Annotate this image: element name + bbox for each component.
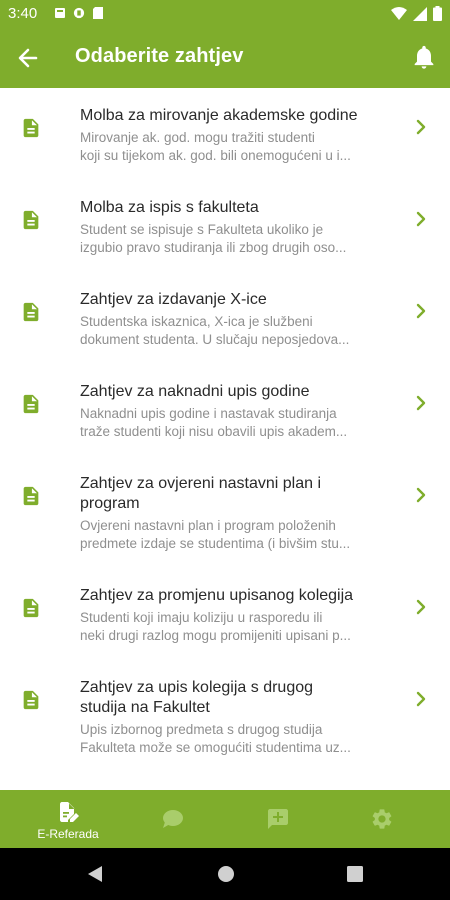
- sd-card-icon: [93, 7, 103, 19]
- chevron-right-icon: [416, 303, 426, 319]
- app-bar: Odaberite zahtjev: [0, 28, 450, 88]
- request-description-line1: Student se ispisuje s Fakulteta ukoliko …: [80, 222, 324, 237]
- request-title-line1: Zahtjev za ovjereni nastavni plan i: [80, 475, 322, 492]
- request-description-line1: Studentska iskaznica, X-ica je službeni: [80, 314, 313, 329]
- request-title: Zahtjev za naknadni upis godine: [80, 383, 310, 400]
- request-title-line2: program: [80, 495, 140, 512]
- request-list: Molba za mirovanje akademske godine Miro…: [0, 88, 450, 790]
- nav-label: E-Referada: [37, 827, 99, 841]
- wifi-icon: [391, 6, 407, 20]
- request-title: Zahtjev za promjenu upisanog kolegija: [80, 587, 354, 604]
- recents-square-icon[interactable]: [346, 865, 364, 883]
- request-item[interactable]: Zahtjev za ovjereni nastavni plan i prog…: [0, 456, 450, 568]
- nav-tab-chat[interactable]: [123, 790, 223, 848]
- app-notification-icon: [73, 7, 85, 19]
- back-triangle-icon[interactable]: [86, 864, 104, 884]
- request-item[interactable]: Zahtjev za izdavanje X-ice Studentska is…: [0, 272, 450, 364]
- request-title: Zahtjev za izdavanje X-ice: [80, 291, 267, 308]
- nav-tab-settings[interactable]: [332, 790, 432, 848]
- request-item[interactable]: Zahtjev za naknadni upis godine Naknadni…: [0, 364, 450, 456]
- chevron-right-icon: [416, 691, 426, 707]
- signal-icon: [413, 6, 427, 21]
- nav-tab-add-comment[interactable]: [228, 790, 328, 848]
- gear-icon: [372, 809, 392, 829]
- request-title: Molba za mirovanje akademske godine: [80, 107, 358, 124]
- request-description-line2: dokument studenta. U slučaju neposjedova…: [80, 332, 350, 347]
- chevron-right-icon: [416, 487, 426, 503]
- bell-icon[interactable]: [410, 43, 438, 71]
- request-title: Molba za ispis s fakulteta: [80, 199, 259, 216]
- request-description-line1: Naknadni upis godine i nastavak studiran…: [80, 406, 337, 421]
- chevron-right-icon: [416, 211, 426, 227]
- request-item[interactable]: Molba za mirovanje akademske godine Miro…: [0, 88, 450, 180]
- request-title-line1: Zahtjev za upis kolegija s drugog: [80, 679, 314, 696]
- home-circle-icon[interactable]: [216, 864, 236, 884]
- document-edit-icon: [60, 802, 79, 822]
- notification-icon: [55, 8, 65, 18]
- request-description-line2: neki drugi razlog mogu promijeniti upisa…: [80, 628, 351, 643]
- request-item[interactable]: Zahtjev za upis kolegija s drugog studij…: [0, 660, 450, 772]
- request-description-line2: koji su tijekom ak. god. bili onemogućen…: [80, 148, 351, 163]
- back-arrow-icon[interactable]: [14, 44, 44, 72]
- chat-bubble-icon: [163, 810, 183, 828]
- request-description-line2: izgubio pravo studiranja ili zbog drugih…: [80, 240, 347, 255]
- request-description-line2: traže studenti koji nisu obavili upis ak…: [80, 424, 348, 439]
- chevron-right-icon: [416, 395, 426, 411]
- request-item[interactable]: Zahtjev za promjenu upisanog kolegija St…: [0, 568, 450, 660]
- nav-tab-e-referada[interactable]: E-Referada: [18, 790, 118, 848]
- status-bar: 3:40: [0, 0, 450, 28]
- request-description-line1: Upis izbornog predmeta s drugog studija: [80, 722, 323, 737]
- document-icon: [23, 486, 39, 506]
- document-icon: [23, 690, 39, 710]
- document-icon: [23, 394, 39, 414]
- status-time: 3:40: [8, 5, 38, 22]
- notification-icons: [54, 6, 104, 20]
- chevron-right-icon: [416, 599, 426, 615]
- request-description-line2: Fakulteta može se omogućiti studentima u…: [80, 740, 351, 755]
- document-icon: [23, 118, 39, 138]
- request-description-line2: predmete izdaje se studentima (i bivšim …: [80, 536, 351, 551]
- system-navigation-bar: [0, 848, 450, 900]
- request-description-line1: Ovjereni nastavni plan i program položen…: [80, 518, 336, 533]
- battery-icon: [433, 6, 442, 21]
- document-icon: [23, 210, 39, 230]
- system-status-icons: [391, 6, 442, 21]
- chevron-right-icon: [416, 119, 426, 135]
- request-item[interactable]: Molba za ispis s fakulteta Student se is…: [0, 180, 450, 272]
- document-icon: [23, 598, 39, 618]
- bottom-navigation: E-Referada: [0, 790, 450, 848]
- page-title: Odaberite zahtjev: [75, 45, 244, 67]
- request-description-line1: Studenti koji imaju koliziju u rasporedu…: [80, 610, 323, 625]
- document-icon: [23, 302, 39, 322]
- request-title-line2: studija na Fakultet: [80, 699, 210, 716]
- add-comment-icon: [268, 809, 288, 829]
- request-description-line1: Mirovanje ak. god. mogu tražiti studenti: [80, 130, 315, 145]
